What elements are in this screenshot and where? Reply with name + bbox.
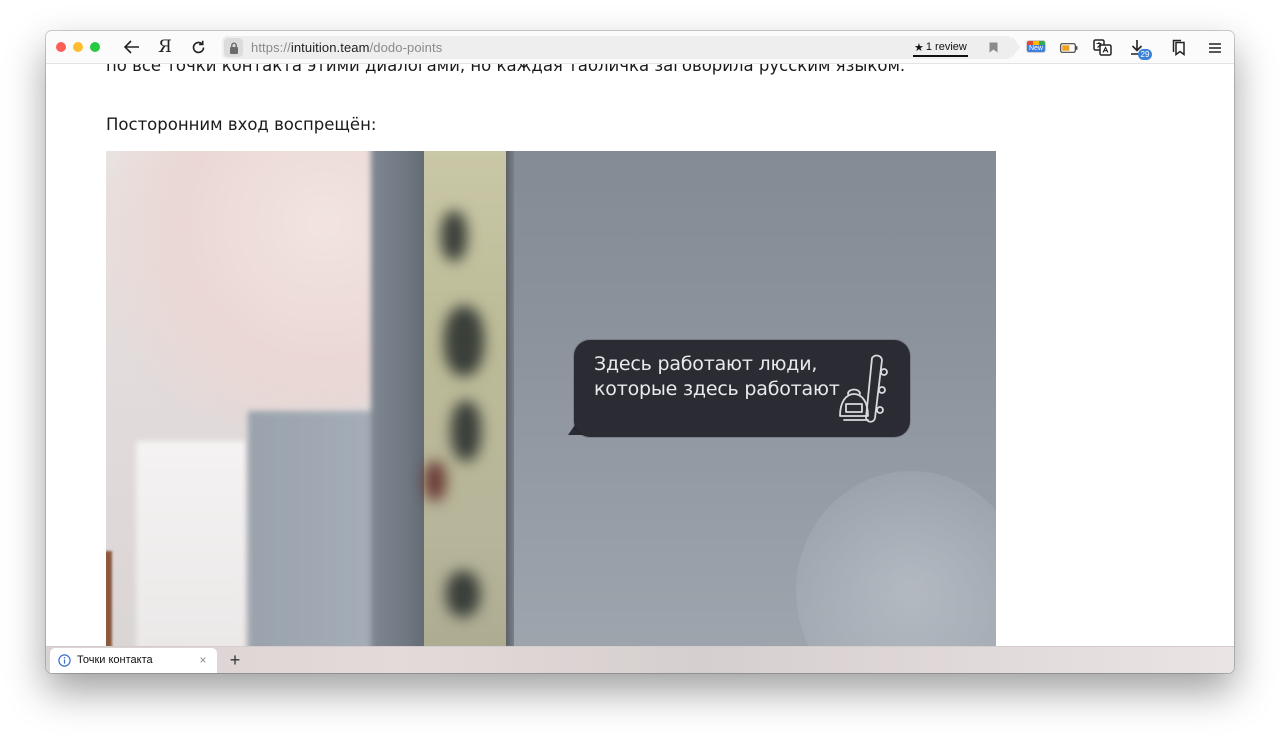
translate-button[interactable] — [1092, 37, 1112, 58]
browser-toolbar: Я https://intuition.team/dodo-points ★ 1… — [46, 31, 1234, 64]
downloads-button[interactable]: 29 — [1126, 37, 1152, 60]
new-badge-label: New — [1027, 45, 1045, 52]
url-path: /dodo-points — [369, 40, 443, 55]
close-window-button[interactable] — [56, 42, 66, 52]
url-domain: intuition.team — [290, 40, 370, 55]
address-bar[interactable]: https://intuition.team/dodo-points ★ 1 r… — [222, 36, 1012, 59]
url-text: https://intuition.team/dodo-points — [251, 40, 442, 55]
page-content: по все точки контакта этими диалогами, н… — [46, 64, 1234, 646]
bookmark-icon — [989, 42, 997, 53]
site-security-button[interactable] — [224, 38, 243, 57]
backpack-skateboard-icon — [839, 354, 888, 423]
lock-icon — [229, 42, 238, 54]
sign-text: Здесь работают люди, которые здесь работ… — [594, 352, 840, 402]
sign-line-1: Здесь работают люди, — [594, 353, 818, 375]
tab-bar: Точки контакта × + — [46, 646, 1234, 673]
door-sign: Здесь работают люди, которые здесь работ… — [574, 340, 910, 437]
tab-contact-points[interactable]: Точки контакта × — [50, 648, 217, 673]
new-badge-icon: New — [1026, 40, 1046, 53]
arrow-left-icon — [124, 40, 139, 54]
review-label: 1 review — [925, 41, 967, 53]
yandex-home-button[interactable]: Я — [156, 37, 174, 57]
reload-button[interactable] — [189, 37, 207, 57]
sign-line-2: которые здесь работают — [594, 378, 840, 400]
tab-title: Точки контакта — [77, 654, 153, 666]
download-count-badge: 29 — [1138, 49, 1152, 60]
info-icon — [58, 654, 71, 667]
hamburger-menu-icon — [1209, 42, 1221, 53]
minimize-window-button[interactable] — [73, 42, 83, 52]
address-bar-arrow — [1012, 36, 1020, 58]
bookmark-button[interactable] — [984, 38, 1002, 57]
partially-scrolled-text: по все точки контакта этими диалогами, н… — [106, 64, 906, 75]
site-reviews-button[interactable]: ★ 1 review — [913, 39, 968, 57]
url-scheme: https:// — [251, 40, 291, 55]
main-menu-button[interactable] — [1205, 37, 1225, 58]
collections-icon — [1172, 39, 1185, 56]
battery-saver-button[interactable] — [1059, 37, 1079, 58]
article-paragraph: Посторонним вход воспрещён: — [106, 115, 377, 134]
translate-icon — [1092, 38, 1112, 56]
browser-window: Я https://intuition.team/dodo-points ★ 1… — [46, 31, 1234, 673]
battery-icon — [1060, 42, 1078, 53]
reload-icon — [192, 40, 204, 53]
yandex-icon: Я — [158, 37, 172, 57]
star-icon: ★ — [914, 41, 924, 54]
maximize-window-button[interactable] — [90, 42, 100, 52]
article-photo: Здесь работают люди, которые здесь работ… — [106, 151, 996, 646]
new-tab-button[interactable]: + — [226, 650, 244, 670]
collections-button[interactable] — [1169, 37, 1189, 58]
tab-close-button[interactable]: × — [196, 653, 210, 667]
extension-new-button[interactable]: New — [1025, 37, 1047, 58]
back-button[interactable] — [122, 37, 142, 57]
